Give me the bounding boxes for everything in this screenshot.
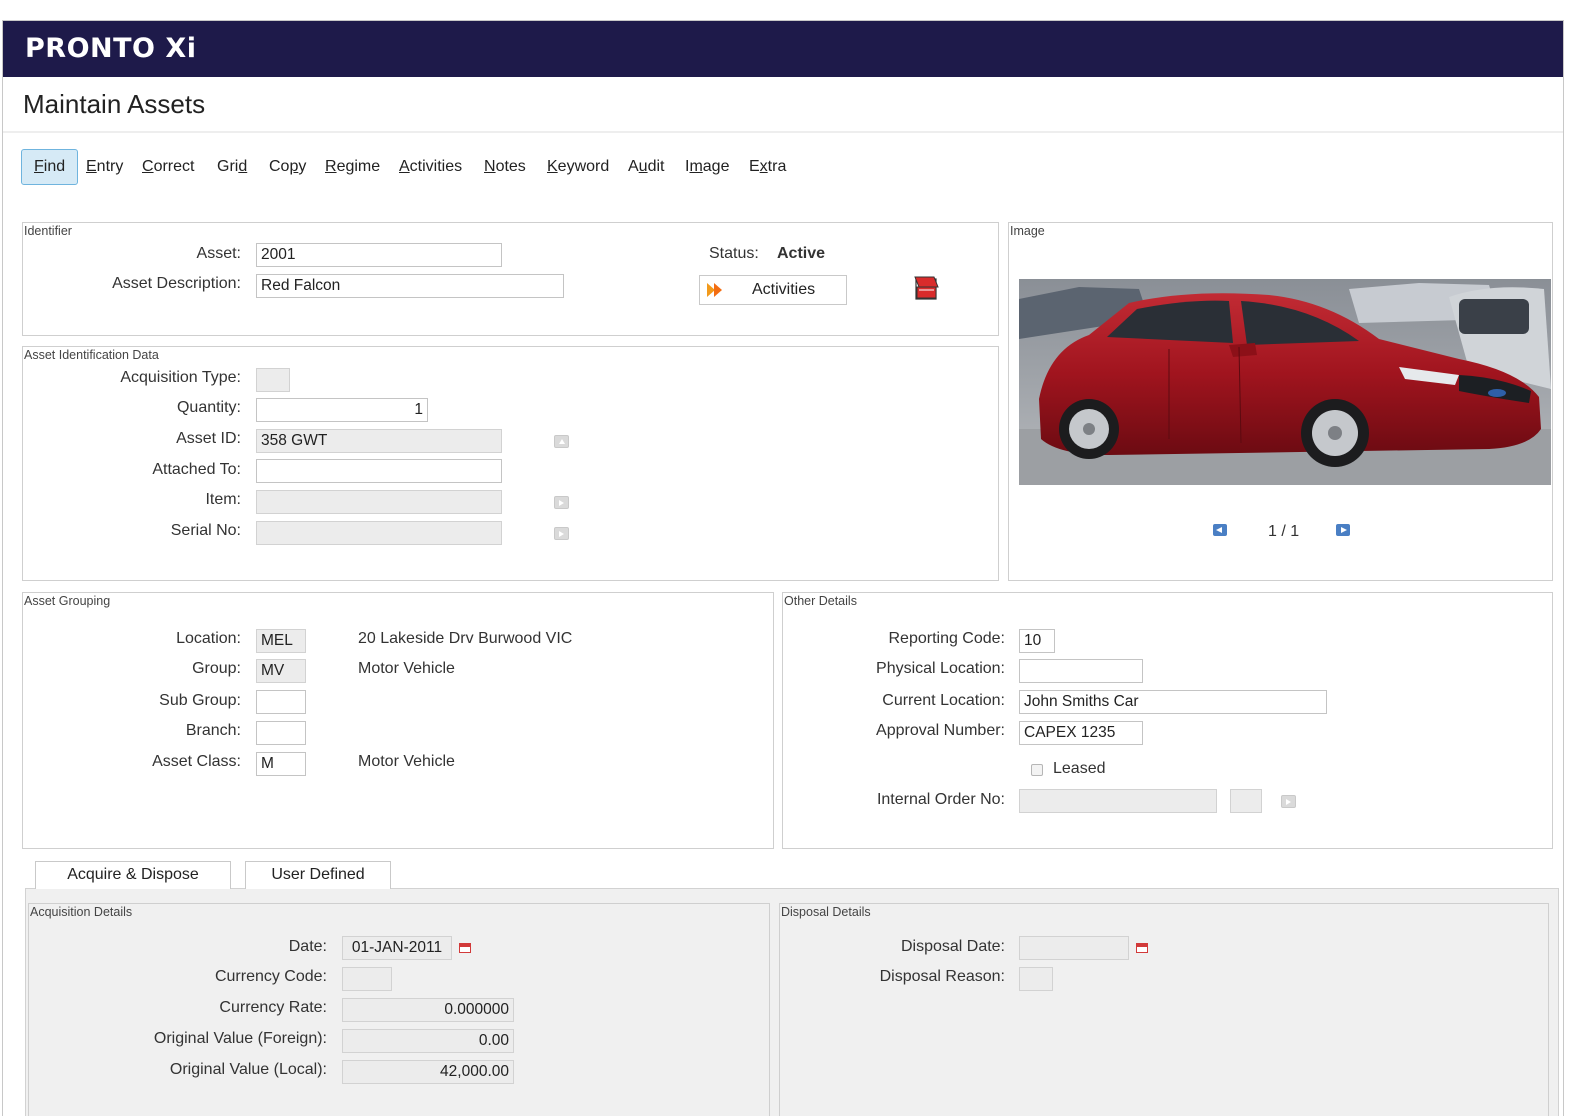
disposal-reason-label: Disposal Reason: (879, 968, 1005, 985)
current-location-input[interactable]: John Smiths Car (1019, 690, 1327, 714)
top-bar: PRONTO Xi (3, 21, 1563, 77)
page-title: Maintain Assets (23, 89, 206, 119)
tab-user-defined[interactable]: User Defined (245, 861, 391, 889)
branch-input[interactable] (256, 721, 306, 745)
acquisition-type-label: Acquisition Type: (120, 369, 241, 386)
group-input[interactable]: MV (256, 659, 306, 683)
calendar-icon[interactable] (1136, 943, 1148, 953)
find-button[interactable]: Find (21, 149, 79, 185)
item-label: Item: (205, 491, 241, 508)
disposal-date-label: Disposal Date: (900, 938, 1005, 955)
asset-label: Asset: (196, 245, 241, 262)
reporting-code-input[interactable]: 10 (1019, 629, 1055, 653)
currency-rate-input[interactable]: 0.000000 (342, 998, 514, 1022)
notes-book-icon[interactable] (912, 274, 940, 302)
panel-legend: Asset Identification Data (24, 348, 159, 362)
original-value-local-label: Original Value (Local): (169, 1061, 327, 1078)
leased-checkbox[interactable] (1031, 764, 1043, 776)
activities-button[interactable]: Activities (699, 275, 847, 305)
notes-button[interactable]: Notes (484, 149, 526, 185)
disposal-reason-input[interactable] (1019, 967, 1053, 991)
original-value-local-input[interactable]: 42,000.00 (342, 1060, 514, 1084)
attached-to-label: Attached To: (152, 461, 241, 478)
serial-no-input[interactable] (256, 521, 502, 545)
physical-location-input[interactable] (1019, 659, 1143, 683)
status-value: Active (777, 245, 826, 262)
serial-no-lookup-icon[interactable] (554, 527, 569, 540)
image-pager: 1 / 1 (1268, 523, 1300, 540)
quantity-input[interactable]: 1 (256, 398, 428, 422)
attached-to-input[interactable] (256, 459, 502, 483)
current-location-label: Current Location: (882, 692, 1005, 709)
image-button[interactable]: Image (685, 149, 729, 185)
panel-legend: Image (1010, 224, 1045, 238)
sub-group-input[interactable] (256, 690, 306, 714)
reporting-code-label: Reporting Code: (888, 630, 1005, 647)
calendar-icon[interactable] (459, 943, 471, 953)
next-image-icon[interactable] (1336, 524, 1350, 536)
app-window: PRONTO Xi Maintain Assets Find Entry Cor… (2, 20, 1564, 1116)
asset-description-input[interactable]: Red Falcon (256, 274, 564, 298)
audit-button[interactable]: Audit (628, 149, 664, 185)
panel-legend: Acquisition Details (30, 905, 133, 919)
approval-number-label: Approval Number: (876, 722, 1005, 739)
internal-order-label: Internal Order No: (876, 791, 1005, 808)
asset-class-input[interactable]: M (256, 752, 306, 776)
sub-group-label: Sub Group: (159, 692, 241, 709)
acquisition-date-label: Date: (288, 938, 327, 955)
physical-location-label: Physical Location: (876, 660, 1005, 677)
asset-id-upload-icon[interactable] (554, 435, 569, 448)
copy-button[interactable]: Copy (269, 149, 306, 185)
currency-code-input[interactable] (342, 967, 392, 991)
asset-description-label: Asset Description: (112, 275, 241, 292)
panel-legend: Asset Grouping (24, 594, 111, 608)
play-arrows-icon (707, 283, 722, 297)
internal-order-line-input[interactable] (1230, 789, 1262, 813)
group-description: Motor Vehicle (358, 660, 455, 677)
grid-button[interactable]: Grid (217, 149, 247, 185)
keyword-button[interactable]: Keyword (547, 149, 609, 185)
asset-class-description: Motor Vehicle (358, 753, 455, 770)
internal-order-input[interactable] (1019, 789, 1217, 813)
location-label: Location: (176, 630, 241, 647)
acquisition-type-input[interactable] (256, 368, 290, 392)
location-input[interactable]: MEL (256, 629, 306, 653)
original-value-foreign-input[interactable]: 0.00 (342, 1029, 514, 1053)
internal-order-lookup-icon[interactable] (1281, 795, 1296, 808)
correct-button[interactable]: Correct (142, 149, 194, 185)
asset-class-label: Asset Class: (152, 753, 241, 770)
asset-photo (1019, 279, 1551, 485)
status-label: Status: (709, 245, 759, 262)
serial-no-label: Serial No: (170, 522, 241, 539)
entry-button[interactable]: Entry (86, 149, 123, 185)
disposal-date-input[interactable] (1019, 936, 1129, 960)
leased-label: Leased (1053, 760, 1106, 777)
original-value-foreign-label: Original Value (Foreign): (153, 1030, 327, 1047)
panel-legend: Identifier (24, 224, 72, 238)
currency-code-label: Currency Code: (214, 968, 327, 985)
item-input[interactable] (256, 490, 502, 514)
location-description: 20 Lakeside Drv Burwood VIC (358, 630, 573, 647)
disposal-details-panel: Disposal Details (779, 903, 1549, 1116)
panel-legend: Other Details (784, 594, 857, 608)
previous-image-icon[interactable] (1213, 524, 1227, 536)
quantity-label: Quantity: (176, 399, 241, 416)
regime-button[interactable]: Regime (325, 149, 380, 185)
extra-button[interactable]: Extra (749, 149, 786, 185)
asset-id-input[interactable]: 358 GWT (256, 429, 502, 453)
approval-number-input[interactable]: CAPEX 1235 (1019, 721, 1143, 745)
activities-toolbar-button[interactable]: Activities (399, 149, 462, 185)
item-lookup-icon[interactable] (554, 496, 569, 509)
group-label: Group: (192, 660, 241, 677)
branch-label: Branch: (185, 722, 241, 739)
currency-rate-label: Currency Rate: (219, 999, 327, 1016)
app-logo: PRONTO Xi (25, 33, 197, 64)
acquisition-date-input[interactable]: 01-JAN-2011 (342, 936, 452, 960)
asset-input[interactable]: 2001 (256, 243, 502, 267)
panel-legend: Disposal Details (781, 905, 871, 919)
asset-id-label: Asset ID: (176, 430, 241, 447)
title-divider (3, 131, 1563, 133)
tab-acquire-dispose[interactable]: Acquire & Dispose (35, 861, 231, 889)
